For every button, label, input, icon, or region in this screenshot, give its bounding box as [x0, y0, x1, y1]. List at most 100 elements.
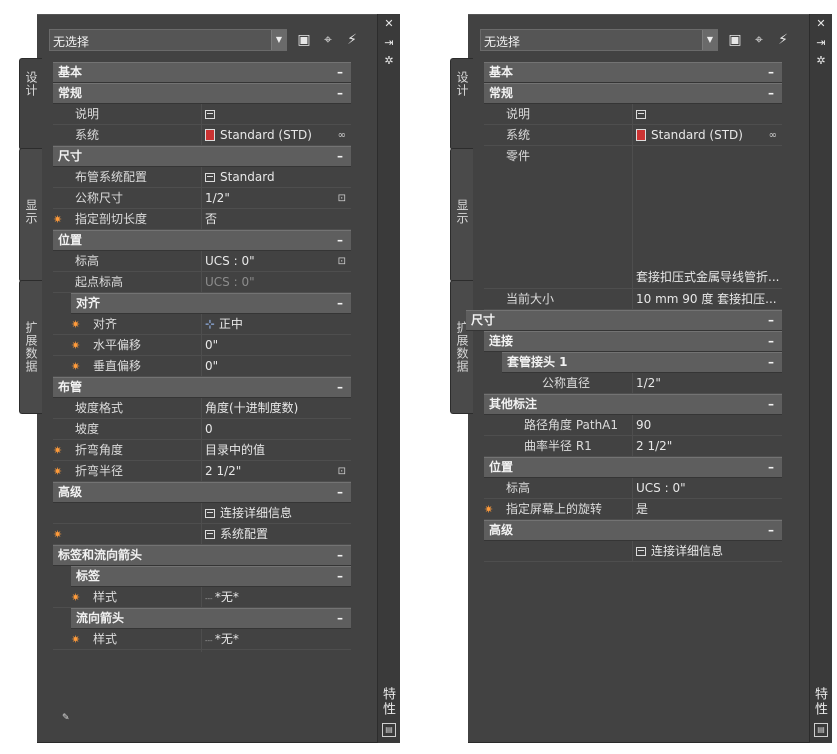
property-row[interactable]: 公称直径 1/2"	[484, 373, 782, 394]
collapse-icon[interactable]: –	[768, 84, 774, 103]
property-row[interactable]: 系统 Standard (STD) ∞	[53, 125, 351, 146]
category-header[interactable]: 标签 –	[71, 566, 351, 587]
property-value[interactable]: --- *无*	[201, 587, 351, 610]
property-value[interactable]: ⊹ 正中	[201, 314, 351, 335]
category-header[interactable]: 常规 –	[484, 83, 782, 104]
property-row[interactable]: 说明	[484, 104, 782, 125]
quick-select-icon[interactable]: ⚡	[774, 31, 792, 49]
property-value[interactable]: 连接详细信息	[201, 503, 351, 524]
property-value[interactable]: Standard (STD)	[632, 125, 782, 146]
property-value[interactable]: 是	[632, 499, 782, 520]
collapse-icon[interactable]: –	[768, 458, 774, 477]
property-value[interactable]: UCS : 0"	[201, 251, 351, 272]
property-value[interactable]: UCS : 0"	[632, 478, 782, 499]
property-row[interactable]: 路径角度 PathA1 90	[484, 415, 782, 436]
palette-menu-icon[interactable]: ▤	[382, 723, 396, 737]
property-value[interactable]	[201, 104, 351, 125]
property-value[interactable]: 0"	[201, 356, 351, 377]
property-value[interactable]: 连接详细信息	[632, 541, 782, 562]
property-value[interactable]: 10 mm 90 度 套接扣压...	[632, 289, 782, 310]
property-row[interactable]: 标高 UCS : 0"	[484, 478, 782, 499]
select-objects-icon[interactable]: ⌖	[750, 31, 768, 49]
property-row[interactable]: 零件 套接扣压式金属导线管折...ND1R1PathA1ND2	[484, 146, 782, 289]
tab-design[interactable]: 设计	[19, 58, 42, 150]
category-header[interactable]: 连接 –	[484, 331, 782, 352]
quick-select-icon[interactable]: ⚡	[343, 31, 361, 49]
property-value[interactable]: 1/2"	[201, 188, 351, 209]
collapse-icon[interactable]: –	[768, 63, 774, 82]
autohide-icon[interactable]: ⇥	[378, 36, 400, 50]
tab-extended-data[interactable]: 扩展数据	[450, 280, 473, 414]
property-row[interactable]: ✷ 样式 --- *无*	[53, 629, 351, 652]
category-header[interactable]: 布管 –	[53, 377, 351, 398]
tab-display[interactable]: 显示	[450, 148, 473, 282]
category-header[interactable]: 位置 –	[53, 230, 351, 251]
collapse-icon[interactable]: –	[337, 483, 343, 502]
property-value[interactable]: 0	[201, 419, 351, 440]
property-row[interactable]: 说明	[53, 104, 351, 125]
property-value[interactable]: 系统配置	[201, 524, 351, 545]
close-icon[interactable]: ✕	[378, 17, 400, 31]
property-value[interactable]: 2 1/2"	[201, 461, 351, 482]
collapse-icon[interactable]: –	[337, 294, 343, 313]
tab-extended-data[interactable]: 扩展数据	[19, 280, 42, 414]
palette-titlebar[interactable]: ✕ ⇥ ✲ 特性 ▤	[377, 14, 400, 743]
property-row[interactable]: 坡度 0	[53, 419, 351, 440]
category-header[interactable]: 标签和流向箭头 –	[53, 545, 351, 566]
category-header[interactable]: 套管接头 1 –	[502, 352, 782, 373]
property-row[interactable]: 起点标高 UCS : 0"	[53, 272, 351, 293]
property-row[interactable]: ✷ 水平偏移 0"	[53, 335, 351, 356]
collapse-icon[interactable]: –	[337, 84, 343, 103]
property-row[interactable]: ✷ 折弯角度 目录中的值	[53, 440, 351, 461]
settings-icon[interactable]: ✲	[378, 54, 400, 68]
property-value[interactable]: 角度(十进制度数)	[201, 398, 351, 419]
property-value[interactable]: 套接扣压式金属导线管折...ND1R1PathA1ND2	[632, 146, 782, 288]
property-value[interactable]: 2 1/2"	[632, 436, 782, 457]
category-header[interactable]: 对齐 –	[71, 293, 351, 314]
property-value[interactable]: 目录中的值	[201, 440, 351, 461]
collapse-icon[interactable]: –	[337, 63, 343, 82]
edit-icon[interactable]: ✎	[62, 713, 70, 723]
property-value[interactable]: 90	[632, 415, 782, 436]
collapse-icon[interactable]: –	[337, 147, 343, 166]
binoculars-icon[interactable]: ∞	[338, 125, 346, 146]
property-row[interactable]: 公称尺寸 1/2" ⊡	[53, 188, 351, 209]
add-selection-icon[interactable]: ▣	[726, 31, 744, 49]
category-header[interactable]: 基本 –	[53, 62, 351, 83]
settings-icon[interactable]: ✲	[810, 54, 832, 68]
property-row[interactable]: 连接详细信息	[484, 541, 782, 562]
property-row[interactable]: 系统 Standard (STD) ∞	[484, 125, 782, 146]
property-row[interactable]: 连接详细信息	[53, 503, 351, 524]
collapse-icon[interactable]: –	[337, 231, 343, 250]
tab-display[interactable]: 显示	[19, 148, 42, 282]
collapse-icon[interactable]: –	[337, 378, 343, 397]
property-value[interactable]: 1/2"	[632, 373, 782, 394]
binoculars-icon[interactable]: ∞	[769, 125, 777, 146]
property-value[interactable]: --- *无*	[201, 629, 351, 652]
property-row[interactable]: ✷ 样式 --- *无*	[53, 587, 351, 610]
collapse-icon[interactable]: –	[337, 567, 343, 586]
palette-titlebar[interactable]: ✕ ⇥ ✲ 特性 ▤	[809, 14, 832, 743]
property-row[interactable]: ✷ 指定剖切长度 否	[53, 209, 351, 230]
property-value[interactable]: UCS : 0"	[201, 272, 351, 293]
add-selection-icon[interactable]: ▣	[295, 31, 313, 49]
select-objects-icon[interactable]: ⌖	[319, 31, 337, 49]
category-header[interactable]: 位置 –	[484, 457, 782, 478]
chevron-down-icon[interactable]: ▼	[702, 30, 717, 50]
collapse-icon[interactable]: –	[768, 353, 774, 372]
property-value[interactable]: 否	[201, 209, 351, 230]
category-header[interactable]: 基本 –	[484, 62, 782, 83]
property-value[interactable]: 0"	[201, 335, 351, 356]
property-value[interactable]: Standard	[201, 167, 351, 188]
category-header[interactable]: 尺寸 –	[53, 146, 351, 167]
property-row[interactable]: ✷ 指定屏幕上的旋转 是	[484, 499, 782, 520]
property-row[interactable]: 标高 UCS : 0" ⊡	[53, 251, 351, 272]
category-header[interactable]: 常规 –	[53, 83, 351, 104]
property-row[interactable]: ✷ 对齐 ⊹ 正中	[53, 314, 351, 335]
palette-menu-icon[interactable]: ▤	[814, 723, 828, 737]
selection-combo[interactable]: 无选择 ▼	[49, 29, 287, 51]
property-row[interactable]: 当前大小 10 mm 90 度 套接扣压...	[484, 289, 782, 310]
category-header[interactable]: 其他标注 –	[484, 394, 782, 415]
category-header[interactable]: 高级 –	[53, 482, 351, 503]
collapse-icon[interactable]: –	[337, 609, 343, 628]
